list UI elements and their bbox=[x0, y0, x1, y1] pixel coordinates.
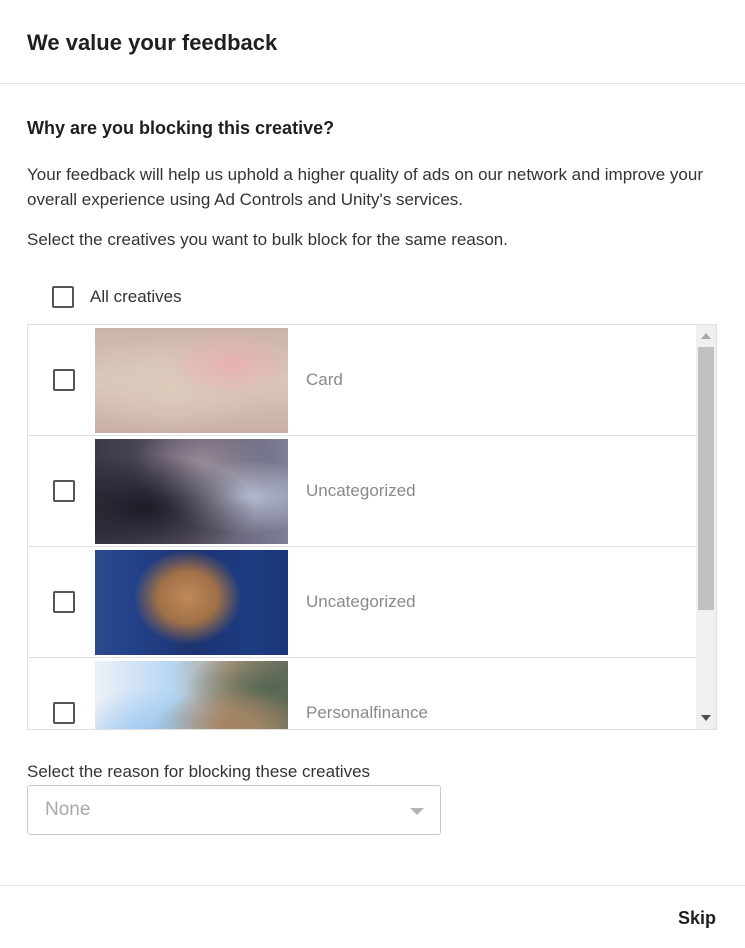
scrollbar-thumb[interactable] bbox=[698, 347, 714, 610]
dialog-title: We value your feedback bbox=[27, 30, 278, 55]
scroll-up-arrow-icon[interactable] bbox=[701, 333, 711, 339]
scroll-down-arrow-icon[interactable] bbox=[701, 715, 711, 721]
dialog-header: We value your feedback bbox=[0, 0, 745, 84]
creative-row: Uncategorized bbox=[28, 547, 696, 658]
all-creatives-checkbox[interactable] bbox=[52, 286, 74, 308]
list-scrollbar[interactable] bbox=[696, 325, 716, 729]
creative-thumbnail bbox=[95, 661, 288, 729]
skip-button[interactable]: Skip bbox=[678, 908, 716, 929]
feedback-description: Your feedback will help us uphold a high… bbox=[27, 165, 704, 209]
bulk-block-instruction: Select the creatives you want to bulk bl… bbox=[27, 230, 508, 249]
creative-category: Uncategorized bbox=[306, 592, 416, 611]
creative-thumbnail bbox=[95, 439, 288, 544]
reason-select-value: None bbox=[45, 799, 91, 820]
creatives-list: Card Uncategorized Uncategorized Persona… bbox=[27, 324, 717, 730]
creative-checkbox[interactable] bbox=[53, 591, 75, 613]
all-creatives-checkbox-wrapper bbox=[52, 286, 74, 308]
creative-row: Card bbox=[28, 325, 696, 436]
reason-label: Select the reason for blocking these cre… bbox=[27, 762, 371, 781]
all-creatives-label[interactable]: All creatives bbox=[90, 287, 182, 307]
reason-select[interactable]: None bbox=[27, 785, 441, 835]
creative-thumbnail bbox=[95, 550, 288, 655]
creative-checkbox[interactable] bbox=[53, 369, 75, 391]
question-heading: Why are you blocking this creative? bbox=[27, 118, 335, 138]
dialog-footer: Skip bbox=[0, 885, 745, 948]
creative-checkbox[interactable] bbox=[53, 702, 75, 724]
creative-category: Uncategorized bbox=[306, 481, 416, 500]
creative-thumbnail bbox=[95, 328, 288, 433]
creative-category: Card bbox=[306, 370, 343, 389]
creative-checkbox[interactable] bbox=[53, 480, 75, 502]
chevron-down-icon bbox=[410, 808, 424, 815]
creative-category: Personalfinance bbox=[306, 703, 428, 722]
creative-row: Personalfinance bbox=[28, 658, 696, 729]
creative-row: Uncategorized bbox=[28, 436, 696, 547]
